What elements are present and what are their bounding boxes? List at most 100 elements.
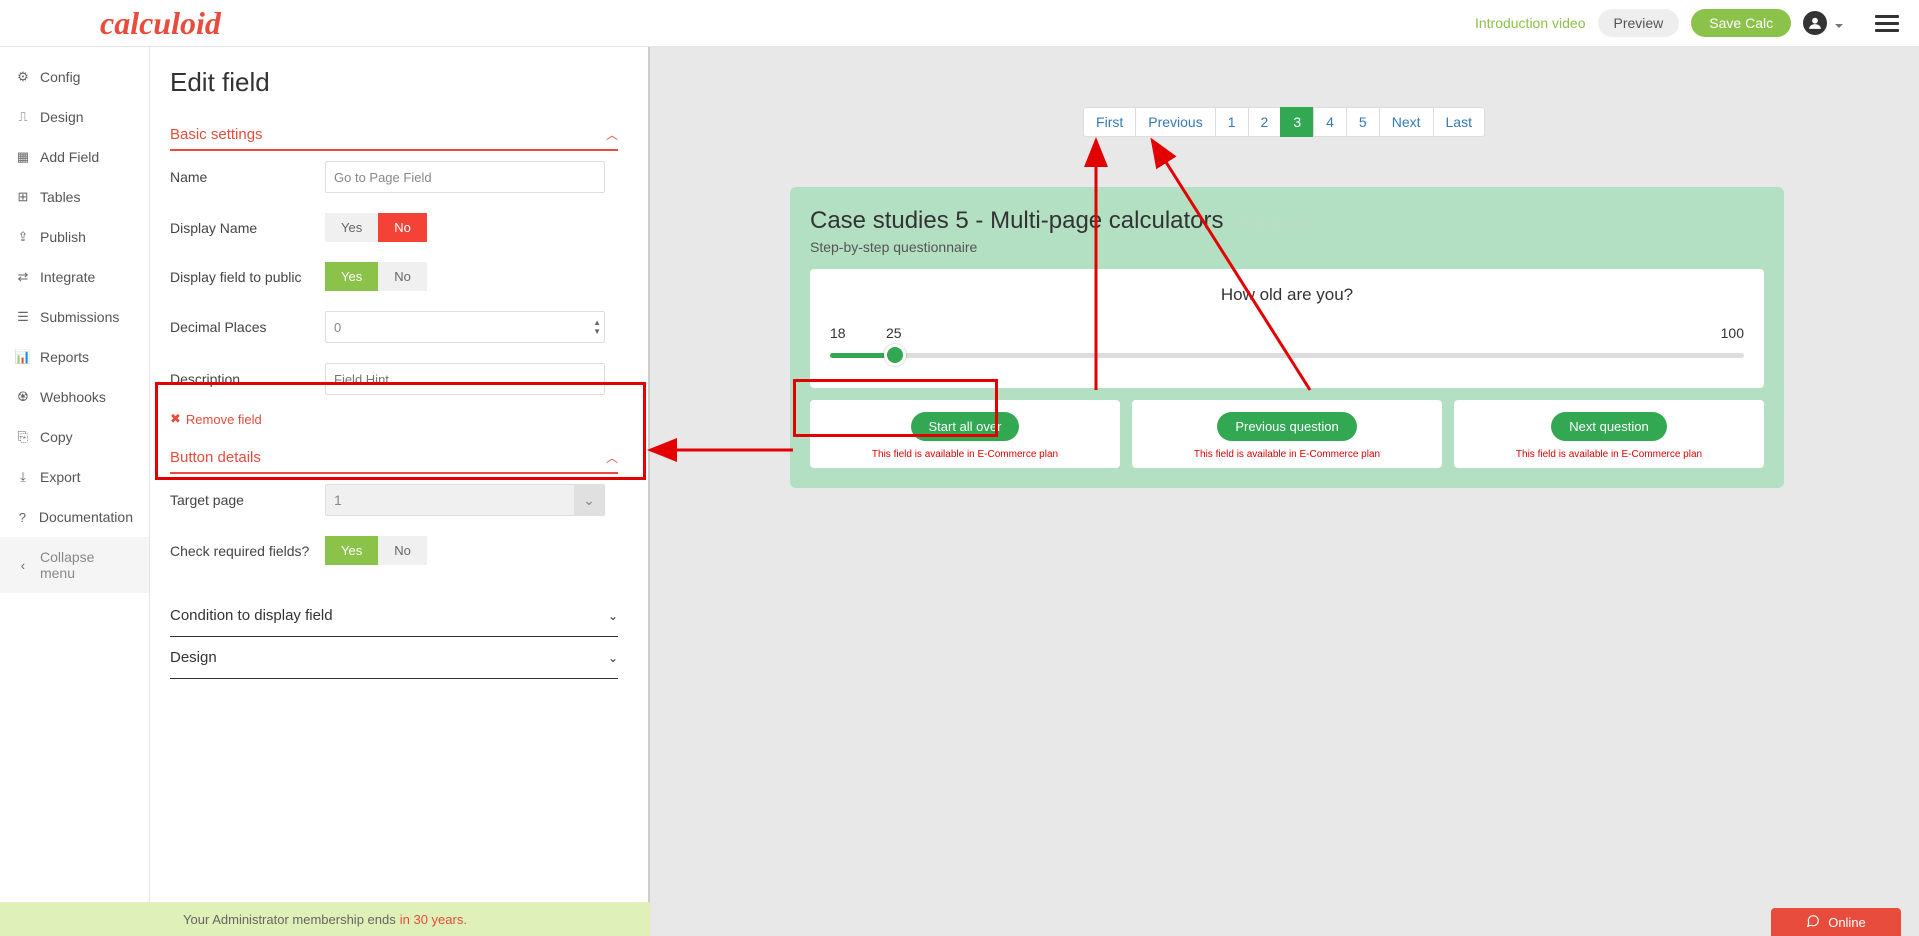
display-public-no[interactable]: No	[378, 262, 427, 291]
chat-label: Online	[1828, 915, 1866, 930]
ecommerce-note: This field is available in E-Commerce pl…	[1142, 449, 1432, 460]
sidebar-item-documentation[interactable]: ?Documentation	[0, 497, 149, 537]
sidebar-item-export[interactable]: ⤓ Export	[0, 457, 149, 497]
sidebar-item-label: Publish	[40, 229, 86, 245]
chat-widget[interactable]: Online	[1771, 908, 1901, 936]
name-label: Name	[170, 169, 325, 185]
calculator-card: Case studies 5 - Multi-page calculators …	[790, 187, 1784, 488]
sidebar-item-config[interactable]: ⚙Config	[0, 57, 149, 97]
name-input[interactable]	[325, 161, 605, 193]
sidebar-item-collapse-menu[interactable]: ‹ Collapse menu	[0, 537, 149, 593]
documentation-icon: ?	[16, 510, 29, 525]
annotation-box-start-over	[793, 379, 998, 437]
avatar-icon	[1803, 11, 1827, 35]
chevron-down-icon: ⌄	[608, 651, 618, 665]
sidebar-item-label: Export	[40, 469, 80, 485]
calc-title: Case studies 5 - Multi-page calculators	[810, 207, 1224, 235]
publish-icon: ⇪	[16, 229, 30, 245]
copy-icon: ⎘	[16, 429, 30, 445]
export-icon: ⤓	[16, 469, 30, 485]
check-required-no[interactable]: No	[378, 536, 427, 565]
save-calc-button[interactable]: Save Calc	[1691, 9, 1791, 37]
footer-text: Your Administrator membership ends	[183, 912, 396, 927]
hamburger-menu-icon[interactable]	[1875, 15, 1899, 32]
sidebar-item-label: Integrate	[40, 269, 95, 285]
edit-title: Edit field	[170, 67, 618, 98]
caret-down-icon	[1835, 24, 1843, 28]
reports-icon: 📊	[16, 349, 30, 365]
display-name-yes[interactable]: Yes	[325, 213, 378, 242]
page-first[interactable]: First	[1083, 107, 1136, 137]
collapse-menu-icon: ‹	[16, 558, 30, 573]
target-page-label: Target page	[170, 492, 325, 508]
number-spinner-icon[interactable]: ▲▼	[593, 318, 601, 336]
page-1[interactable]: 1	[1215, 107, 1249, 137]
preview-button[interactable]: Preview	[1598, 9, 1680, 37]
page-5[interactable]: 5	[1346, 107, 1380, 137]
ecommerce-note: This field is available in E-Commerce pl…	[820, 449, 1110, 460]
page-next[interactable]: Next	[1379, 107, 1434, 137]
page-3[interactable]: 3	[1280, 107, 1314, 137]
submissions-icon: ☰	[16, 309, 30, 325]
edit-panel: Edit field Basic settings ︿ Name Display…	[150, 47, 650, 936]
next-question-button[interactable]: Next question	[1551, 412, 1667, 441]
display-public-yes[interactable]: Yes	[325, 262, 378, 291]
design-label: Design	[170, 649, 217, 666]
logo[interactable]: calculoid	[100, 5, 221, 42]
page-last[interactable]: Last	[1433, 107, 1485, 137]
sidebar-item-design[interactable]: ⎍ Design	[0, 97, 149, 137]
sidebar-item-submissions[interactable]: ☰Submissions	[0, 297, 149, 337]
sidebar-item-label: Reports	[40, 349, 89, 365]
condition-label: Condition to display field	[170, 607, 333, 624]
page-4[interactable]: 4	[1313, 107, 1347, 137]
section-basic-settings[interactable]: Basic settings ︿	[170, 116, 618, 151]
display-public-toggle: Yes No	[325, 262, 427, 291]
section-design[interactable]: Design ⌄	[170, 637, 618, 679]
user-menu[interactable]	[1803, 11, 1843, 35]
slider-thumb[interactable]	[884, 344, 906, 366]
check-required-toggle: Yes No	[325, 536, 427, 565]
slider-max-label: 100	[1721, 325, 1744, 341]
sidebar-item-label: Copy	[40, 429, 73, 445]
sidebar-item-add-field[interactable]: ▦Add Field	[0, 137, 149, 177]
decimal-label: Decimal Places	[170, 319, 325, 335]
target-page-select[interactable]: 1 ⌄	[325, 484, 605, 516]
sidebar-item-publish[interactable]: ⇪ Publish	[0, 217, 149, 257]
question-card: How old are you? 18 25 100	[810, 269, 1764, 388]
display-name-no[interactable]: No	[378, 213, 427, 242]
chevron-down-icon: ⌄	[608, 609, 618, 623]
sidebar-item-tables[interactable]: ⊞Tables	[0, 177, 149, 217]
sidebar-item-label: Add Field	[40, 149, 99, 165]
rating-stars[interactable]: ☆☆☆☆☆	[1237, 216, 1310, 232]
section-condition[interactable]: Condition to display field ⌄	[170, 595, 618, 637]
sidebar-item-copy[interactable]: ⎘ Copy	[0, 417, 149, 457]
target-page-value: 1	[334, 492, 342, 508]
basic-settings-label: Basic settings	[170, 126, 263, 143]
page-previous[interactable]: Previous	[1135, 107, 1215, 137]
config-icon: ⚙	[16, 69, 30, 85]
decimal-input[interactable]	[325, 311, 605, 343]
sidebar-item-webhooks[interactable]: ♼Webhooks	[0, 377, 149, 417]
chevron-down-icon: ⌄	[574, 485, 604, 515]
integrate-icon: ⇄	[16, 269, 30, 285]
chevron-up-icon: ︿	[606, 126, 618, 143]
question-text: How old are you?	[830, 285, 1744, 305]
sidebar-item-label: Collapse menu	[40, 549, 133, 581]
design-icon: ⎍	[16, 109, 30, 125]
sidebar-item-reports[interactable]: 📊 Reports	[0, 337, 149, 377]
display-name-label: Display Name	[170, 220, 325, 236]
pagination: FirstPrevious12345NextLast	[650, 107, 1919, 137]
page-2[interactable]: 2	[1248, 107, 1282, 137]
tables-icon: ⊞	[16, 189, 30, 205]
webhooks-icon: ♼	[16, 389, 30, 405]
previous-question-button[interactable]: Previous question	[1217, 412, 1356, 441]
footer-highlight: in 30 years.	[400, 912, 467, 927]
sidebar-item-integrate[interactable]: ⇄ Integrate	[0, 257, 149, 297]
age-slider[interactable]: 18 25 100	[830, 325, 1744, 358]
intro-video-link[interactable]: Introduction video	[1475, 15, 1586, 31]
sidebar: ⚙Config ⎍ Design ▦Add Field⊞Tables ⇪ Publish ⇄…	[0, 47, 150, 936]
check-required-label: Check required fields?	[170, 543, 325, 559]
app-header: calculoid Introduction video Preview Sav…	[0, 0, 1919, 47]
sidebar-item-label: Design	[40, 109, 84, 125]
check-required-yes[interactable]: Yes	[325, 536, 378, 565]
